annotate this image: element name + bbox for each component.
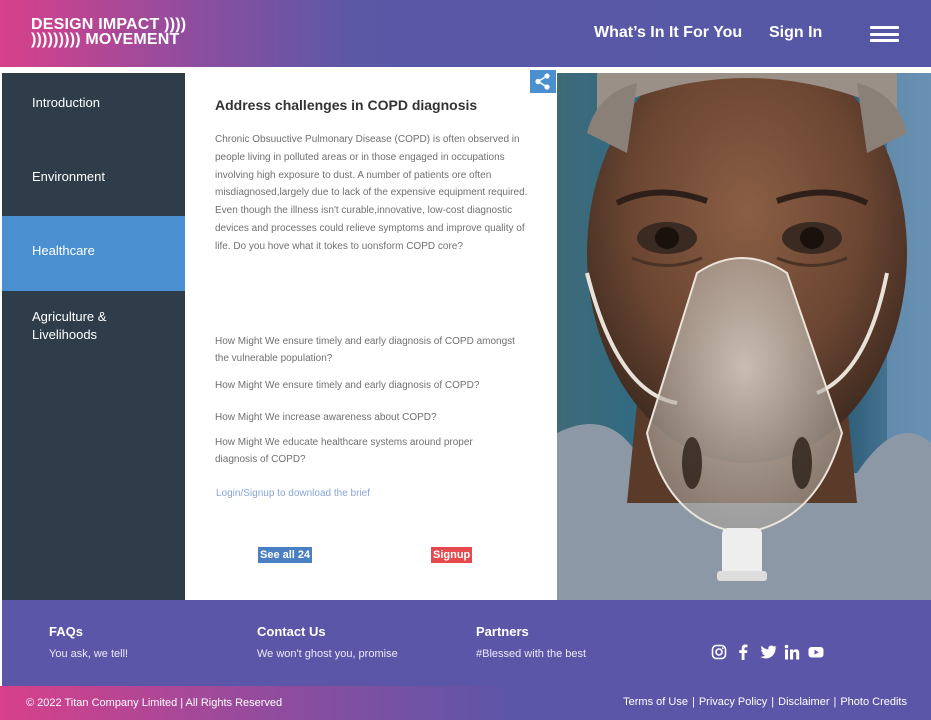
see-all-button[interactable]: See all 24 xyxy=(258,547,313,563)
facebook-icon[interactable] xyxy=(738,644,748,660)
sidebar-item-agriculture-livelihoods[interactable]: Agriculture & Livelihoods xyxy=(2,308,185,344)
sidebar-item-introduction[interactable]: Introduction xyxy=(2,94,185,112)
sidebar-item-label-line-2: Livelihoods xyxy=(32,327,98,342)
nav-sign-in[interactable]: Sign In xyxy=(769,24,822,42)
login-signup-download-link[interactable]: Login/Signup to download the brief xyxy=(216,488,370,499)
topic-sidebar: Introduction Environment Healthcare Agri… xyxy=(2,67,185,600)
footer-partners[interactable]: Partners #Blessed with the best xyxy=(476,624,586,660)
sidebar-item-label: Healthcare xyxy=(32,243,95,258)
footer-contact-title[interactable]: Contact Us xyxy=(257,624,398,639)
sidebar-item-label-line-1: Agriculture & xyxy=(32,309,107,324)
challenge-title: Address challenges in COPD diagnosis xyxy=(215,97,478,113)
footer-partners-tagline: #Blessed with the best xyxy=(476,648,587,660)
nav-whats-in-it-for-you[interactable]: What’s In It For You xyxy=(594,24,742,42)
photo-credits-link[interactable]: Photo Credits xyxy=(840,696,907,708)
footer-contact-tagline: We won't ghost you, promise xyxy=(257,648,398,660)
separator: | xyxy=(771,696,775,708)
legal-bar: © 2022 Titan Company Limited | All Right… xyxy=(0,686,931,720)
footer-faqs-title[interactable]: FAQs xyxy=(49,624,128,639)
instagram-icon[interactable] xyxy=(711,644,727,660)
twitter-icon[interactable] xyxy=(760,644,777,660)
hamburger-bar xyxy=(870,32,899,36)
logo-line-1: DESIGN IMPACT )))) xyxy=(31,16,187,33)
hmw-question: How Might We increase awareness about CO… xyxy=(215,412,437,423)
sidebar-item-label: Introduction xyxy=(32,95,100,110)
challenge-description: Chronic Obsuuctive Pulmonary Disease (CO… xyxy=(215,134,528,252)
challenge-content-panel: Address challenges in COPD diagnosis Chr… xyxy=(185,73,557,600)
site-logo[interactable]: DESIGN IMPACT )))) ))))))))) MOVEMENT xyxy=(31,16,187,48)
hmw-question: How Might We ensure timely and early dia… xyxy=(215,336,515,364)
hmw-question: How Might We educate healthcare systems … xyxy=(215,437,473,465)
sidebar-item-label: Environment xyxy=(32,169,105,184)
footer-faqs[interactable]: FAQs You ask, we tell! xyxy=(49,624,128,660)
sidebar-item-healthcare[interactable]: Healthcare xyxy=(2,216,185,291)
disclaimer-link[interactable]: Disclaimer xyxy=(778,696,829,708)
footer-contact[interactable]: Contact Us We won't ghost you, promise xyxy=(257,624,398,660)
logo-line-2: ))))))))) MOVEMENT xyxy=(31,31,180,48)
share-icon[interactable] xyxy=(530,70,556,93)
hero-photo-patient-oxygen-mask xyxy=(557,73,931,600)
hmw-question: How Might We ensure timely and early dia… xyxy=(215,380,480,391)
youtube-icon[interactable] xyxy=(808,644,824,660)
copyright-text: © 2022 Titan Company Limited | All Right… xyxy=(26,697,283,709)
linkedin-icon[interactable] xyxy=(784,644,800,660)
signup-button[interactable]: Signup xyxy=(431,547,473,563)
separator: | xyxy=(833,696,837,708)
hamburger-bar xyxy=(870,26,899,29)
hamburger-menu-icon[interactable] xyxy=(870,26,899,42)
footer-partners-title[interactable]: Partners xyxy=(476,624,586,639)
terms-of-use-link[interactable]: Terms of Use xyxy=(623,696,688,708)
site-footer: FAQs You ask, we tell! Contact Us We won… xyxy=(2,600,931,686)
legal-links: Terms of Use | Privacy Policy | Disclaimer | P… xyxy=(623,696,907,708)
footer-faqs-tagline: You ask, we tell! xyxy=(49,648,129,660)
site-header: DESIGN IMPACT )))) ))))))))) MOVEMENT Wh… xyxy=(0,0,931,67)
hamburger-bar xyxy=(870,39,899,42)
separator: | xyxy=(691,696,695,708)
sidebar-item-environment[interactable]: Environment xyxy=(2,168,185,186)
privacy-policy-link[interactable]: Privacy Policy xyxy=(699,696,767,708)
